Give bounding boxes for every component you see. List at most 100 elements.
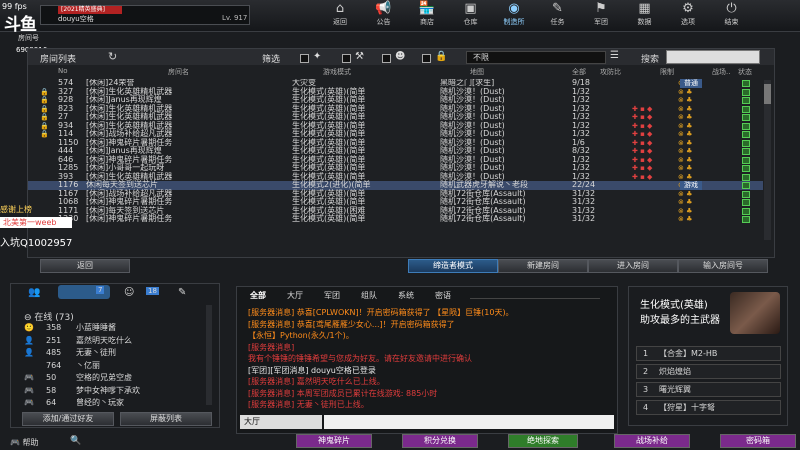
mode-weapon-item[interactable]: 2 炽焰煌焰 bbox=[636, 364, 781, 379]
bottom-button[interactable]: 积分兑换 bbox=[402, 434, 478, 448]
add-friend-button[interactable]: 添加/通过好友 bbox=[22, 412, 114, 426]
scrollbar-thumb[interactable] bbox=[764, 84, 771, 104]
mode-subtitle: 助攻最多的主武器 bbox=[640, 315, 720, 326]
room-equip-icon: ⊗ ♣ bbox=[678, 198, 693, 206]
chat-line: [服务器消息] 无妻丶徒刑已上线。 bbox=[248, 400, 369, 409]
group-count-badge: 18 bbox=[146, 287, 159, 295]
mode-item-rank: 4 bbox=[643, 403, 649, 412]
col-people: 全部 bbox=[572, 68, 586, 76]
chat-line: [服务器消息] 恭喜[CPLWOKN]！开启密码箱获得了 【星陨】巨锤(10天)… bbox=[248, 308, 514, 317]
stream-name: 北美第一weeb bbox=[0, 217, 73, 228]
list-view-icon[interactable]: ☰ bbox=[610, 50, 619, 61]
room-state-icon bbox=[742, 80, 750, 87]
back-button[interactable]: 返回 bbox=[40, 259, 130, 273]
room-lock: 🔒 bbox=[40, 87, 49, 96]
friend-item[interactable]: 👤 251 嘉然明天吃什么 bbox=[24, 335, 132, 347]
nav-shop-button[interactable]: 🏪 商店 bbox=[407, 1, 447, 31]
mode-item-name: 曙光辉翼 bbox=[659, 385, 691, 394]
nav-announcement-button[interactable]: 📢 公告 bbox=[364, 1, 404, 31]
room-number-label: 房间号 bbox=[18, 34, 39, 42]
bottom-button[interactable]: 绝地探索 bbox=[508, 434, 578, 448]
user-name: douyu空格 bbox=[58, 15, 94, 23]
character-portrait bbox=[730, 292, 780, 334]
chat-line: [军团][军团消息] douyu空格已登录 bbox=[248, 365, 376, 375]
friends-tab-icon[interactable]: 👥 bbox=[28, 287, 40, 298]
room-state-icon bbox=[742, 148, 750, 155]
bottom-button[interactable]: 密码箱 bbox=[720, 434, 796, 448]
mode-weapon-item[interactable]: 4 【狩星】十字弩 bbox=[636, 400, 781, 415]
friend-item[interactable]: 🙂 358 小蓝睡睡酱 bbox=[24, 322, 116, 334]
nav-settings-button[interactable]: ⚙ 选项 bbox=[668, 1, 708, 31]
friend-item[interactable]: 👤 485 无妻丶徒刑 bbox=[24, 347, 116, 359]
col-no: No bbox=[58, 67, 68, 75]
weapon-limit-icon: ✚ ▪ ◆ bbox=[632, 121, 653, 130]
room-state-icon bbox=[742, 207, 750, 215]
nav-power-button[interactable]: ⏻ 结束 bbox=[712, 1, 752, 31]
group-tab-icon[interactable]: ☺ bbox=[124, 287, 134, 298]
nav-mission-button[interactable]: ✎ 任务 bbox=[538, 1, 578, 31]
friend-item[interactable]: 🎮 50 空格的兄弟空虚 bbox=[24, 372, 132, 384]
chat-tab[interactable]: 系统 bbox=[398, 290, 414, 301]
mode-item-name: 炽焰煌焰 bbox=[659, 367, 691, 376]
room-state-icon bbox=[742, 190, 750, 198]
refresh-icon[interactable]: ↻ bbox=[108, 50, 117, 63]
filter-checkbox-3[interactable] bbox=[382, 54, 391, 63]
filter-checkbox-4[interactable] bbox=[422, 54, 431, 63]
room-state-icon bbox=[742, 88, 750, 96]
help-link[interactable]: 🎮 帮助 bbox=[10, 437, 39, 448]
mode-item-rank: 2 bbox=[643, 367, 649, 376]
room-row[interactable]: 1230[休闲]神鬼碎片暑期任务生化模式(英雄)(简单随机72街仓库(Assau… bbox=[28, 214, 763, 224]
weapon-limit-icon: ✚ ▪ ◆ bbox=[632, 138, 653, 147]
bottom-button[interactable]: 战场补给 bbox=[614, 434, 690, 448]
mode-weapon-item[interactable]: 3 曙光辉翼 bbox=[636, 382, 781, 397]
room-state-icon bbox=[742, 105, 750, 113]
edit-tab-icon[interactable]: ✎ bbox=[178, 287, 186, 298]
chat-input[interactable] bbox=[324, 415, 614, 429]
friend-item[interactable]: 🎮 58 梦中女神嗲下承欢 bbox=[24, 385, 140, 397]
nav-factory-button[interactable]: ◉ 制造所 bbox=[494, 1, 534, 31]
room-list-columns: No 房间名 游戏模式 地图 全部 攻防比 限制 战场.. 状态 bbox=[28, 66, 774, 78]
chat-tab[interactable]: 全部 bbox=[250, 290, 266, 301]
search-input[interactable] bbox=[666, 50, 760, 64]
room-equip-icon: ⊗ ♣ bbox=[678, 189, 693, 198]
new-room-button[interactable]: 新建房间 bbox=[498, 259, 588, 273]
chat-tab[interactable]: 组队 bbox=[361, 290, 377, 301]
user-tag-badge: [2021精英盛典] bbox=[58, 6, 122, 14]
spectator-mode-button[interactable]: 缔造者模式 bbox=[408, 259, 498, 273]
filter-checkbox-1[interactable] bbox=[300, 54, 309, 63]
block-list-button[interactable]: 屏蔽列表 bbox=[120, 412, 212, 426]
room-list-scrollbar[interactable] bbox=[764, 80, 771, 240]
friends-scrollbar[interactable] bbox=[206, 305, 212, 405]
mode-item-name: 【合金】M2-HB bbox=[659, 349, 718, 358]
filter-select[interactable]: 不限 bbox=[466, 51, 606, 64]
chat-tab[interactable]: 密语 bbox=[435, 290, 451, 301]
room-equip-icon: ⊗ ♣ bbox=[678, 104, 693, 113]
nav-clan-button[interactable]: ⚑ 军团 bbox=[581, 1, 621, 31]
input-room-number-button[interactable]: 输入房间号 bbox=[678, 259, 768, 273]
bottom-button[interactable]: 神鬼碎片 bbox=[296, 434, 372, 448]
clan-icon: ⚑ bbox=[595, 1, 607, 16]
nav-warehouse-button[interactable]: ▣ 仓库 bbox=[451, 1, 491, 31]
enter-room-button[interactable]: 进入房间 bbox=[588, 259, 678, 273]
mode-item-name: 【狩星】十字弩 bbox=[659, 403, 715, 412]
filter-checkbox-2[interactable] bbox=[342, 54, 351, 63]
room-lock: 🔒 bbox=[40, 104, 49, 113]
chat-line: [服务器消息] 本周军团成员已累计在线游戏: 885小时 bbox=[248, 388, 438, 398]
room-state-icon bbox=[742, 122, 750, 130]
chat-tab[interactable]: 军团 bbox=[324, 290, 340, 301]
nav-data-button[interactable]: ▦ 数据 bbox=[625, 1, 665, 31]
search-icon[interactable]: 🔍 bbox=[70, 436, 81, 446]
friend-item[interactable]: 764 丶亿丽 bbox=[24, 360, 100, 372]
chat-channel-select[interactable]: 大厅 bbox=[240, 415, 322, 429]
room-lock: 🔒 bbox=[40, 113, 49, 121]
nav-return-button[interactable]: ⌂ 返回 bbox=[320, 1, 360, 31]
nav-label: 结束 bbox=[724, 18, 739, 26]
stream-qq: 入坑Q1002957 bbox=[0, 238, 73, 249]
players-icon: ☻ bbox=[395, 51, 406, 62]
chat-tab[interactable]: 大厅 bbox=[287, 290, 303, 301]
friend-item[interactable]: 🎮 64 曾经的丶玩家 bbox=[24, 397, 124, 409]
nav-label: 任务 bbox=[550, 18, 565, 26]
room-equip-icon: ⊗ ♣ bbox=[678, 147, 693, 155]
mode-weapon-item[interactable]: 1 【合金】M2-HB bbox=[636, 346, 781, 361]
nav-label: 商店 bbox=[420, 18, 434, 26]
